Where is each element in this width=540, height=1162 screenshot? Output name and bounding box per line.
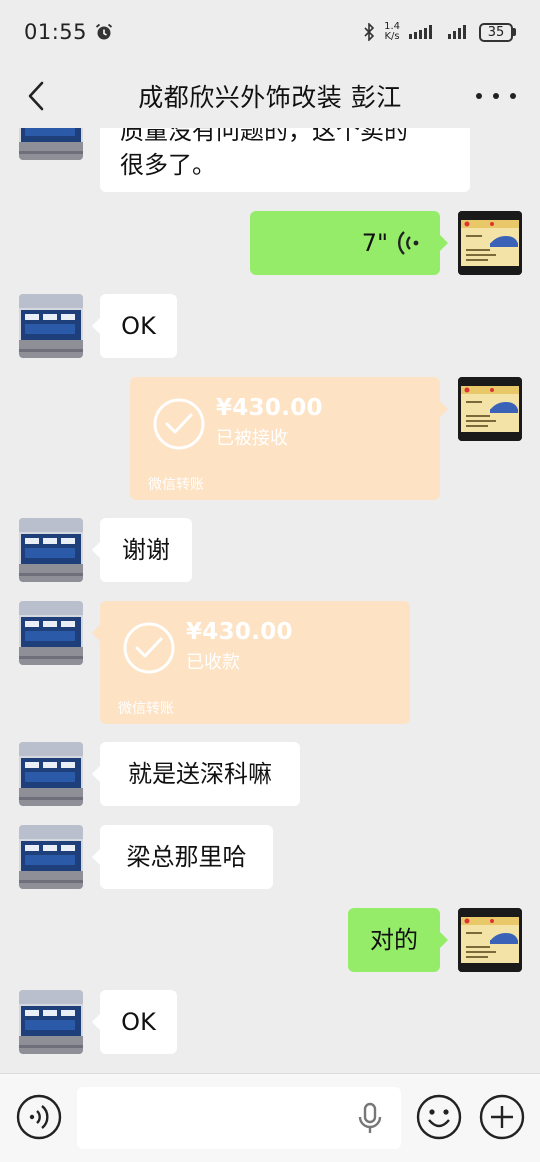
plus-icon <box>479 1094 525 1140</box>
voice-message-outgoing[interactable]: 7" <box>250 211 448 275</box>
status-icons: 1.4 K/s 35 <box>363 22 516 42</box>
message-text: 很多了。 <box>120 151 216 179</box>
back-icon <box>28 81 44 111</box>
net-speed: 1.4 K/s <box>384 21 400 42</box>
message-text: OK <box>121 312 156 340</box>
chat-title: 成都欣兴外饰改装 彭江 <box>138 83 402 112</box>
message-text: 对的 <box>370 926 418 954</box>
input-bar <box>0 1073 540 1162</box>
more-functions-button[interactable] <box>479 1094 525 1140</box>
contact-avatar[interactable] <box>19 128 83 160</box>
message-text: 质量没有问题的，这个卖的 <box>120 128 408 145</box>
emoji-icon <box>416 1094 462 1140</box>
message-text: 就是送深科嘛 <box>128 760 272 788</box>
my-avatar[interactable] <box>458 908 522 972</box>
message-text: OK <box>121 1008 156 1036</box>
message-bubble-incoming[interactable]: 谢谢 <box>92 518 192 582</box>
voice-wave-icon <box>398 231 419 255</box>
check-circle-icon <box>122 621 176 675</box>
contact-avatar[interactable] <box>19 990 83 1054</box>
my-avatar[interactable] <box>458 211 522 275</box>
my-avatar[interactable] <box>458 377 522 441</box>
chat-header: 成都欣兴外饰改装 彭江 <box>0 64 540 128</box>
message-bubble-incoming[interactable]: OK <box>92 990 177 1054</box>
transfer-card-outgoing[interactable]: ¥430.00 已被接收 微信转账 <box>130 377 448 500</box>
more-icon <box>476 93 482 99</box>
check-circle-icon <box>152 397 206 451</box>
voice-duration: 7" <box>361 229 388 257</box>
contact-avatar[interactable] <box>19 742 83 806</box>
signal-icon <box>448 25 466 39</box>
status-time: 01:55 <box>24 20 88 44</box>
transfer-status: 已被接收 <box>216 428 288 449</box>
microphone-icon[interactable] <box>357 1102 383 1136</box>
contact-avatar[interactable] <box>19 825 83 889</box>
message-bubble-incoming[interactable]: OK <box>92 294 177 358</box>
transfer-card-incoming[interactable]: ¥430.00 已收款 微信转账 <box>92 601 410 724</box>
message-input[interactable] <box>77 1087 401 1149</box>
battery-level: 35 <box>479 22 513 42</box>
emoji-button[interactable] <box>416 1094 462 1140</box>
contact-avatar[interactable] <box>19 518 83 582</box>
message-bubble-incoming[interactable]: 梁总那里哈 <box>92 825 273 889</box>
transfer-label: 微信转账 <box>148 477 204 493</box>
alarm-icon <box>95 23 113 40</box>
contact-avatar[interactable] <box>19 601 83 665</box>
message-text: 梁总那里哈 <box>126 843 247 871</box>
back-button[interactable] <box>20 78 52 114</box>
transfer-amount: ¥430.00 <box>216 395 323 421</box>
transfer-status: 已收款 <box>186 652 240 673</box>
message-bubble-outgoing[interactable]: 对的 <box>348 908 448 972</box>
transfer-label: 微信转账 <box>118 701 174 717</box>
message-list[interactable]: 质量没有问题的，这个卖的 很多了。 7" OK ¥430.00 已被接收 微信转… <box>0 128 540 1073</box>
more-button[interactable] <box>476 86 516 106</box>
voice-mode-button[interactable] <box>16 1094 62 1140</box>
message-bubble-incoming[interactable]: 质量没有问题的，这个卖的 很多了。 <box>100 128 470 192</box>
message-bubble-incoming[interactable]: 就是送深科嘛 <box>92 742 300 806</box>
message-text: 谢谢 <box>122 536 170 564</box>
battery-icon: 35 <box>479 22 516 42</box>
transfer-amount: ¥430.00 <box>186 619 293 645</box>
bluetooth-icon <box>364 23 375 41</box>
signal-icon <box>409 25 432 39</box>
voice-mode-icon <box>16 1094 62 1140</box>
contact-avatar[interactable] <box>19 294 83 358</box>
status-bar: 01:55 1.4 K/s 35 <box>0 0 540 64</box>
